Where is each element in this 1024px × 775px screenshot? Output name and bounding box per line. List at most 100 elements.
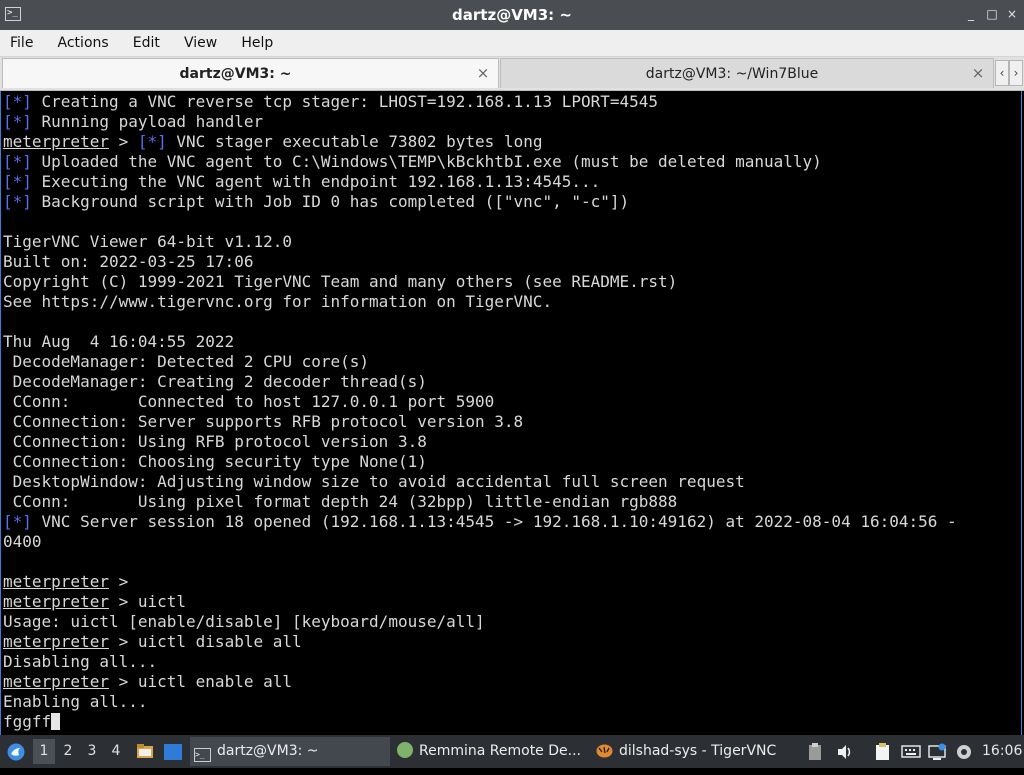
window-titlebar[interactable]: >_ dartz@VM3: ~ _ □ × <box>0 0 1024 30</box>
desktop-icon[interactable] <box>163 743 182 761</box>
workspace-3[interactable]: 3 <box>81 739 103 764</box>
task-label: dartz@VM3: ~ <box>217 743 319 759</box>
keyboard-icon[interactable] <box>901 743 921 761</box>
clipboard-icon[interactable] <box>808 743 826 761</box>
line-text: > uictl disable all <box>108 632 302 651</box>
task-label: dilshad-sys - TigerVNC <box>619 743 777 759</box>
line-text: Disabling all... <box>3 652 158 671</box>
menu-bar: File Actions Edit View Help <box>0 30 1024 57</box>
workspace-4[interactable]: 4 <box>105 739 127 764</box>
clock[interactable]: 16:06 <box>982 735 1022 768</box>
terminal-line: meterpreter > uictl enable all <box>3 672 1021 692</box>
terminal-line: Thu Aug 4 16:04:55 2022 <box>3 332 1021 352</box>
line-text: CConnection: Using RFB protocol version … <box>3 432 427 451</box>
line-text: DecodeManager: Detected 2 CPU core(s) <box>3 352 370 371</box>
meterpreter-prompt: meterpreter <box>3 132 109 151</box>
terminal-line: See https://www.tigervnc.org for informa… <box>3 292 1021 312</box>
terminal-line: Copyright (C) 1999-2021 TigerVNC Team an… <box>3 272 1021 292</box>
status-marker: [*] <box>137 132 167 151</box>
task-tigervnc[interactable]: dilshad-sys - TigerVNC <box>593 737 793 766</box>
power-manager-icon[interactable] <box>955 743 973 761</box>
tab-label: dartz@VM3: ~/Win7Blue <box>645 66 819 82</box>
status-marker: [*] <box>3 512 32 531</box>
network-icon[interactable] <box>928 743 946 761</box>
terminal-line: DecodeManager: Detected 2 CPU core(s) <box>3 352 1021 372</box>
status-marker: [*] <box>3 92 32 111</box>
terminal-icon: >_ <box>194 748 211 762</box>
line-text: CConn: Using pixel format depth 24 (32bp… <box>3 492 678 511</box>
terminal-line: [*] Executing the VNC agent with endpoin… <box>3 172 1021 192</box>
line-text: Built on: 2022-03-25 17:06 <box>3 252 254 271</box>
terminal-line: CConnection: Server supports RFB protoco… <box>3 412 1021 432</box>
terminal-line: meterpreter > uictl <box>3 592 1021 612</box>
tab-scroll-right-button[interactable]: › <box>1009 60 1023 86</box>
status-marker: [*] <box>3 172 32 191</box>
status-marker: [*] <box>3 112 32 131</box>
line-text: > <box>108 572 129 591</box>
terminal-output[interactable]: [*] Creating a VNC reverse tcp stager: L… <box>0 91 1022 735</box>
task-remmina[interactable]: Remmina Remote De... <box>394 737 586 766</box>
text-cursor <box>51 713 61 730</box>
terminal-line: DecodeManager: Creating 2 decoder thread… <box>3 372 1021 392</box>
workspace-1[interactable]: 1 <box>33 739 55 764</box>
menu-actions[interactable]: Actions <box>48 30 118 56</box>
tab-close-icon[interactable]: × <box>971 66 985 81</box>
tab-scroll-left-button[interactable]: ‹ <box>995 60 1009 86</box>
terminal-line: DesktopWindow: Adjusting window size to … <box>3 472 1021 492</box>
terminal-line: CConnection: Choosing security type None… <box>3 452 1021 472</box>
tab-close-icon[interactable]: × <box>476 66 490 81</box>
line-text: Copyright (C) 1999-2021 TigerVNC Team an… <box>3 272 678 291</box>
close-button[interactable]: × <box>1006 8 1018 20</box>
menu-help[interactable]: Help <box>231 30 282 56</box>
tab-bar: dartz@VM3: ~ × dartz@VM3: ~/Win7Blue × <box>0 57 1024 91</box>
line-text: Enabling all... <box>3 692 148 711</box>
tigervnc-icon <box>596 740 613 758</box>
workspace-2[interactable]: 2 <box>57 739 79 764</box>
task-terminal[interactable]: >_ dartz@VM3: ~ <box>190 737 390 766</box>
terminal-line: Built on: 2022-03-25 17:06 <box>3 252 1021 272</box>
terminal-line: fggff <box>3 712 1021 732</box>
line-text: fggff <box>3 712 52 731</box>
terminal-line: [*] Uploaded the VNC agent to C:\Windows… <box>3 152 1021 172</box>
terminal-line: CConn: Connected to host 127.0.0.1 port … <box>3 392 1021 412</box>
line-text: See https://www.tigervnc.org for informa… <box>3 292 553 311</box>
menu-file[interactable]: File <box>0 30 42 56</box>
line-text: CConnection: Server supports RFB protoco… <box>3 412 524 431</box>
start-menu-icon[interactable] <box>6 735 28 768</box>
line-text: 0400 <box>3 532 42 551</box>
line-text: Executing the VNC agent with endpoint 19… <box>31 172 601 191</box>
line-text: CConn: Connected to host 127.0.0.1 port … <box>3 392 495 411</box>
terminal-line: [*] Running payload handler <box>3 112 1021 132</box>
terminal-line: CConnection: Using RFB protocol version … <box>3 432 1021 452</box>
terminal-line: [*] Creating a VNC reverse tcp stager: L… <box>3 92 1021 112</box>
line-text: Background script with Job ID 0 has comp… <box>31 192 630 211</box>
taskbar: 1 2 3 4 >_ dartz@VM3: ~ Remmina Remote De… <box>0 735 1024 768</box>
notes-icon[interactable] <box>874 743 892 761</box>
file-manager-icon[interactable] <box>136 742 154 760</box>
terminal-line: Disabling all... <box>3 652 1021 672</box>
terminal-line: meterpreter > [*] VNC stager executable … <box>3 132 1021 152</box>
terminal-line: TigerVNC Viewer 64-bit v1.12.0 <box>3 232 1021 252</box>
tab-home[interactable]: dartz@VM3: ~ × <box>2 58 499 88</box>
menu-edit[interactable]: Edit <box>123 30 169 56</box>
line-text: > <box>108 132 138 151</box>
minimize-button[interactable]: _ <box>965 8 977 20</box>
meterpreter-prompt: meterpreter <box>3 672 109 691</box>
meterpreter-prompt: meterpreter <box>3 592 109 611</box>
terminal-line: CConn: Using pixel format depth 24 (32bp… <box>3 492 1021 512</box>
line-text: Running payload handler <box>31 112 264 131</box>
line-text: Uploaded the VNC agent to C:\Windows\TEM… <box>31 152 822 171</box>
volume-icon[interactable] <box>836 743 854 761</box>
meterpreter-prompt: meterpreter <box>3 572 109 591</box>
tab-win7blue[interactable]: dartz@VM3: ~/Win7Blue × <box>500 58 994 88</box>
line-text: Thu Aug 4 16:04:55 2022 <box>3 332 235 351</box>
menu-view[interactable]: View <box>174 30 226 56</box>
status-marker: [*] <box>3 192 32 211</box>
maximize-button[interactable]: □ <box>986 8 998 20</box>
terminal-line: meterpreter > <box>3 572 1021 592</box>
terminal-line: [*] VNC Server session 18 opened (192.16… <box>3 512 1021 532</box>
line-text: DesktopWindow: Adjusting window size to … <box>3 472 745 491</box>
terminal-line: meterpreter > uictl disable all <box>3 632 1021 652</box>
